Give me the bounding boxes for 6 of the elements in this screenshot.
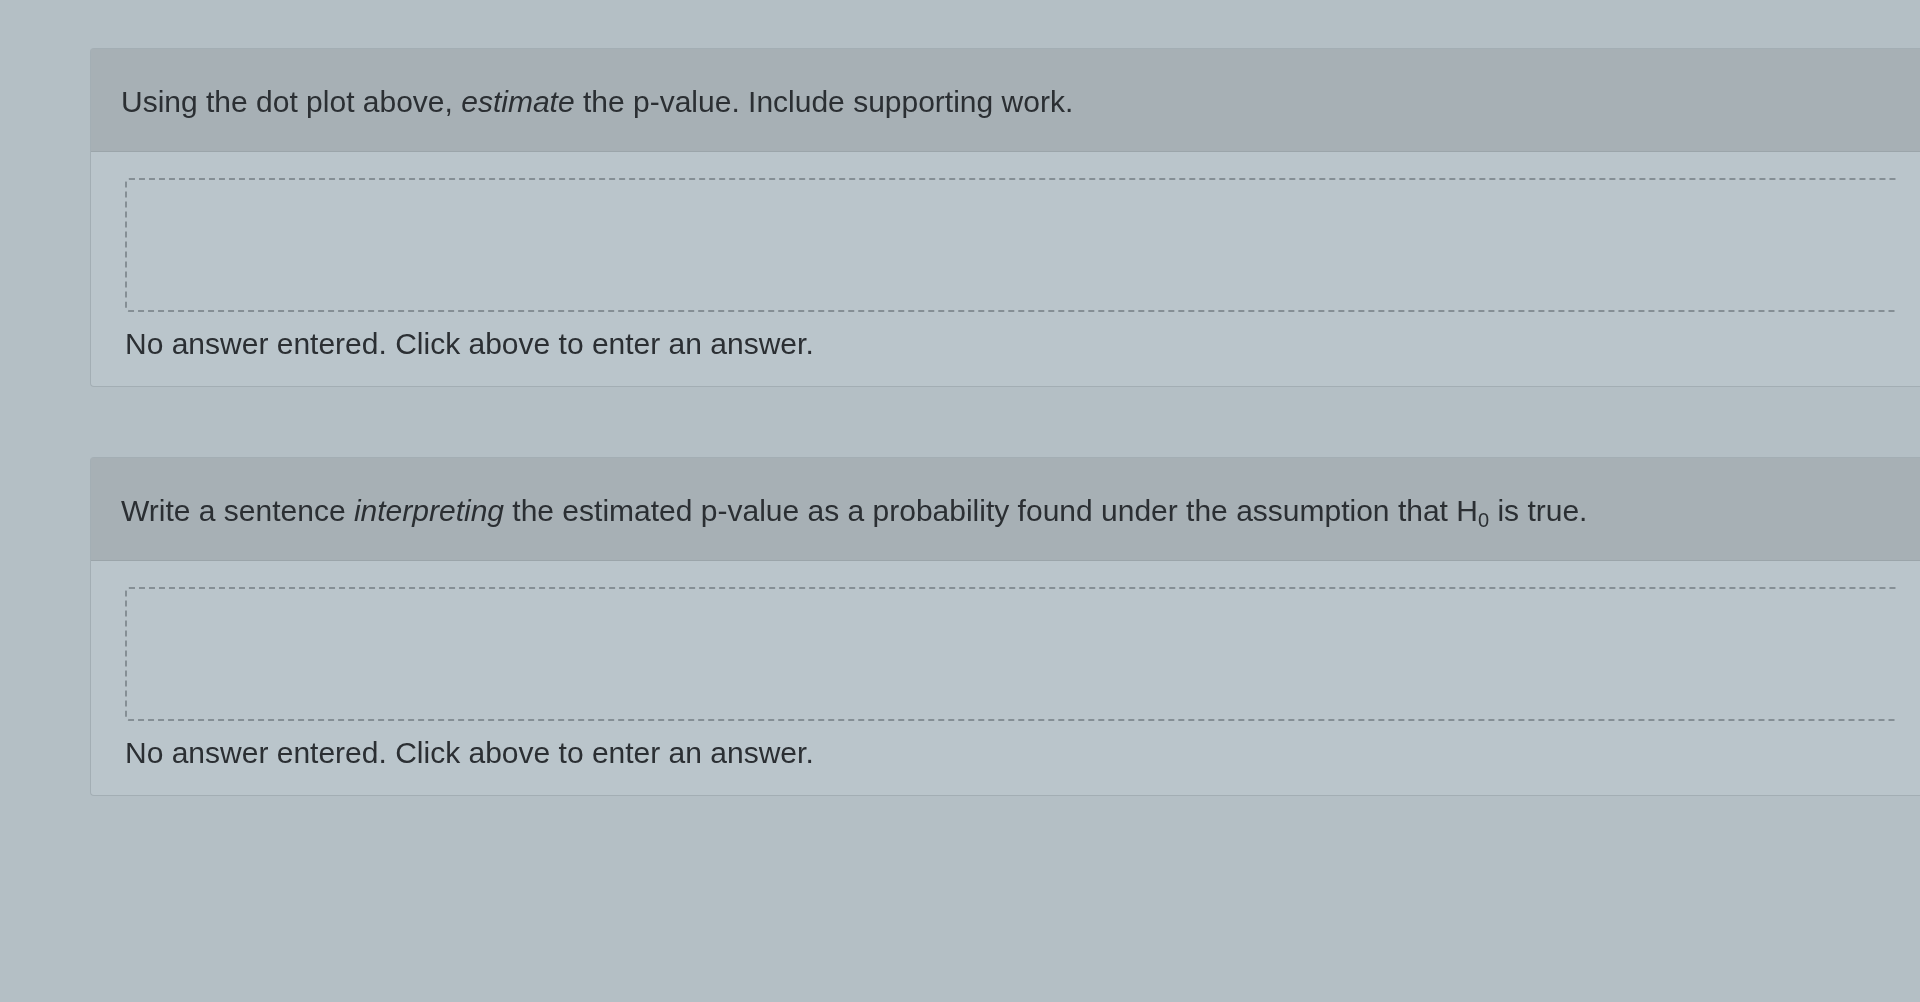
answer-box[interactable] (125, 587, 1896, 721)
question-prompt: Using the dot plot above, estimate the p-value. Include supporting work. (121, 84, 1075, 120)
answer-status-text: No answer entered. Click above to enter an answer. (125, 735, 814, 771)
question-prompt: Write a sentence interpreting the estimated p-value as a probability found under the assumption that H$_{0}$ is true. (121, 493, 1589, 530)
answer-status-text: No answer entered. Click above to enter an answer. (125, 326, 814, 362)
answer-box[interactable] (125, 178, 1896, 312)
